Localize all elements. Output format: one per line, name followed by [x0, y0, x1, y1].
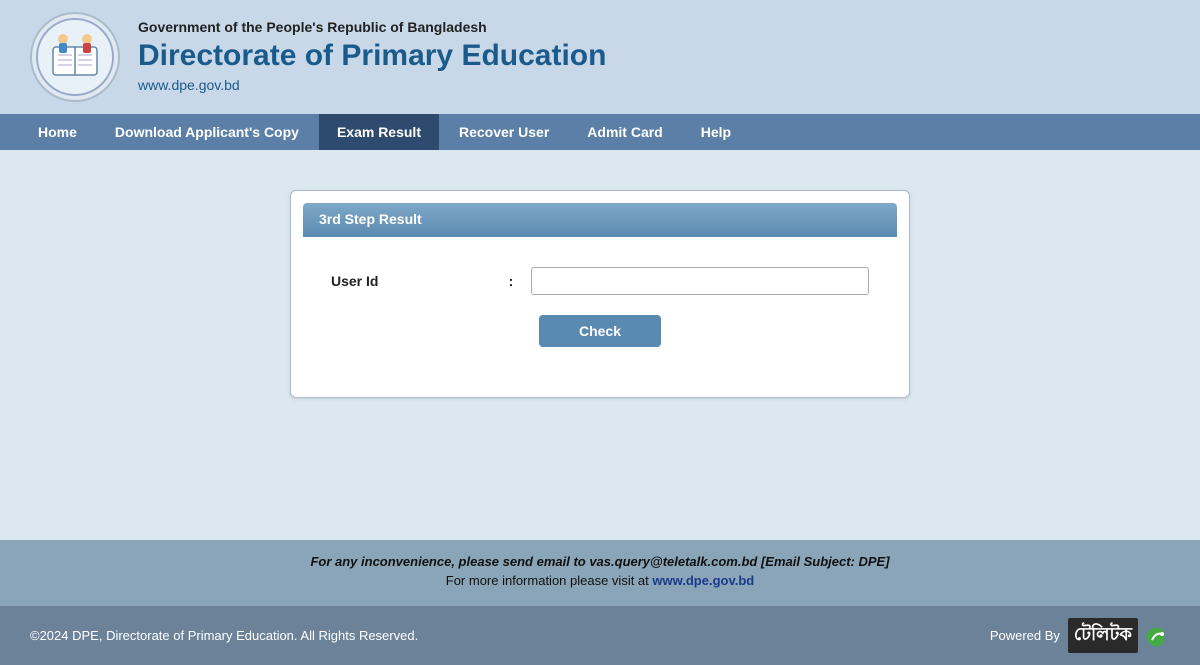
nav-admit-card[interactable]: Admit Card: [569, 114, 680, 150]
teletalk-icon: [1142, 622, 1170, 650]
org-logo: [30, 12, 120, 102]
nav-download[interactable]: Download Applicant's Copy: [97, 114, 317, 150]
powered-by-label: Powered By: [990, 628, 1060, 643]
form-card-header: 3rd Step Result: [303, 203, 897, 237]
card-title: 3rd Step Result: [319, 211, 422, 227]
form-body: User Id : Check: [291, 237, 909, 367]
website-link[interactable]: www.dpe.gov.bd: [138, 77, 240, 93]
form-card: 3rd Step Result User Id : Check: [290, 190, 910, 398]
nav-home[interactable]: Home: [20, 114, 95, 150]
check-button[interactable]: Check: [539, 315, 661, 347]
teletalk-text: টেলিটক: [1068, 618, 1138, 653]
footer-line1: For any inconvenience, please send email…: [20, 554, 1180, 569]
copyright: ©2024 DPE, Directorate of Primary Educat…: [30, 628, 418, 643]
user-id-label: User Id: [331, 273, 491, 289]
org-name: Directorate of Primary Education: [138, 39, 606, 73]
footer-line2-text: For more information please visit at: [446, 573, 653, 588]
navbar: Home Download Applicant's Copy Exam Resu…: [0, 114, 1200, 150]
footer-website-link[interactable]: www.dpe.gov.bd: [652, 573, 754, 588]
footer-line2: For more information please visit at www…: [20, 573, 1180, 588]
footer-info: For any inconvenience, please send email…: [0, 540, 1200, 606]
main-content: 3rd Step Result User Id : Check: [0, 150, 1200, 540]
colon: :: [501, 273, 521, 289]
teletalk-logo: টেলিটক: [1068, 618, 1170, 653]
user-id-input[interactable]: [531, 267, 869, 295]
nav-recover-user[interactable]: Recover User: [441, 114, 567, 150]
nav-help[interactable]: Help: [683, 114, 749, 150]
header: Government of the People's Republic of B…: [0, 0, 1200, 114]
form-button-row: Check: [331, 315, 869, 347]
gov-name: Government of the People's Republic of B…: [138, 19, 606, 35]
powered-by-section: Powered By টেলিটক: [990, 618, 1170, 653]
user-id-row: User Id :: [331, 267, 869, 295]
nav-exam-result[interactable]: Exam Result: [319, 114, 439, 150]
header-text: Government of the People's Republic of B…: [138, 19, 606, 95]
